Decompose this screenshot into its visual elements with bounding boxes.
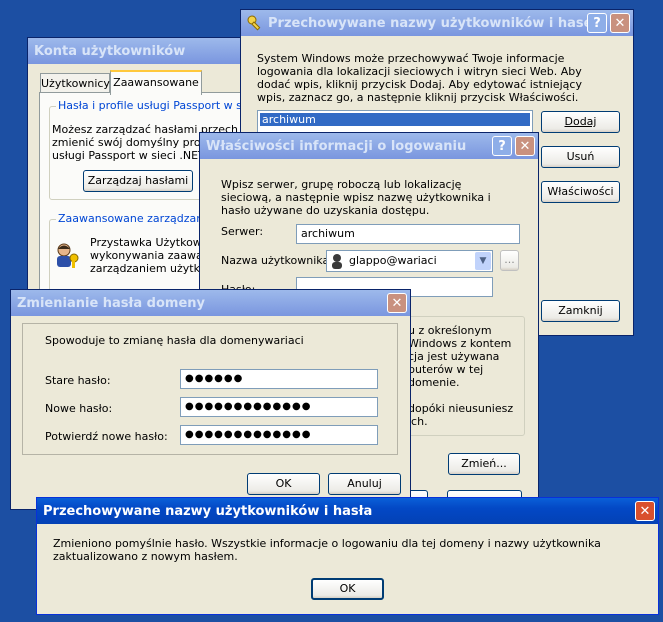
users-key-icon [54, 242, 82, 268]
browse-button[interactable]: ... [500, 250, 519, 271]
help-button[interactable]: ? [492, 136, 512, 156]
change-password-client: Spowoduje to zmianę hasła dla domenywari… [14, 316, 407, 506]
advanced-text-line: wykonywania zaawa [90, 249, 203, 262]
close-button[interactable]: ✕ [515, 136, 535, 156]
server-label: Serwer: [221, 225, 264, 238]
window-title: Przechowywane nazwy użytkowników i hasła [43, 503, 373, 519]
advanced-text-line: Przystawka Użytkown [90, 236, 209, 249]
new-password-field[interactable]: ●●●●●●●●●●●●● [180, 397, 378, 417]
manage-passwords-button[interactable]: Zarządzaj hasłami [83, 170, 193, 192]
properties-button[interactable]: Właściwości [541, 181, 620, 203]
remove-button-label: Usuń [566, 150, 595, 163]
window-title: Zmienianie hasła domeny [17, 295, 205, 311]
tab-advanced-label: Zaawansowane [113, 76, 199, 89]
add-button[interactable]: Dodaj [541, 111, 620, 133]
close-dialog-button-label: Zamknij [558, 304, 603, 317]
new-password-label: Nowe hasło: [45, 402, 113, 415]
change-domain-password-window: Zmienianie hasła domeny ✕ Spowoduje to z… [10, 289, 411, 510]
passport-group-title: Hasła i profile usługi Passport w sieci … [56, 99, 270, 112]
properties-button-label: Właściwości [547, 185, 614, 198]
message-ok-button[interactable]: OK [311, 578, 384, 600]
info-text-line: cja jest używana [408, 350, 500, 363]
user-name-combo[interactable]: glappo@wariaci ▼ [326, 250, 493, 272]
change-button[interactable]: Zmień... [448, 453, 520, 475]
advanced-text: Przystawka Użytkown wykonywania zaawa za… [90, 236, 209, 275]
info-text-line: u z określonym [408, 324, 492, 337]
old-password-label: Stare hasło: [45, 374, 111, 387]
chevron-down-icon[interactable]: ▼ [475, 252, 491, 270]
confirmation-message-window: Przechowywane nazwy użytkowników i hasła… [36, 497, 659, 615]
props-description: Wpisz serwer, grupę roboczą lub lokaliza… [221, 178, 491, 217]
confirm-password-field[interactable]: ●●●●●●●●●●●●● [180, 425, 378, 445]
close-dialog-button[interactable]: Zamknij [541, 300, 620, 322]
info-text-line: Windows z kontem [408, 337, 512, 350]
user-name-label: Nazwa użytkownika: [221, 254, 333, 267]
logon-properties-titlebar[interactable]: Właściwości informacji o logowaniu ? ✕ [200, 133, 538, 159]
info-text-line: dopóki nieusuniesz ich. [408, 402, 514, 428]
change-password-titlebar[interactable]: Zmienianie hasła domeny ✕ [11, 290, 410, 316]
server-field[interactable]: archiwum [296, 224, 520, 244]
key-icon [247, 15, 263, 31]
info-text-line [408, 389, 535, 402]
old-password-field[interactable]: ●●●●●● [180, 369, 378, 389]
window-title: Właściwości informacji o logowaniu [206, 138, 467, 154]
close-button[interactable]: ✕ [387, 293, 407, 313]
message-text: Zmieniono pomyślnie hasło. Wszystkie inf… [53, 537, 601, 563]
tab-advanced[interactable]: Zaawansowane [110, 70, 202, 95]
close-button[interactable]: ✕ [635, 501, 655, 521]
user-name-value: glappo@wariaci [349, 254, 437, 267]
info-text: u z określonym Windows z kontem cja jest… [408, 324, 535, 428]
close-button[interactable]: ✕ [610, 13, 630, 33]
advanced-text-line: zarządzaniem użytk [90, 262, 200, 275]
remove-button[interactable]: Usuń [541, 146, 620, 168]
stored-description: System Windows może przechowywać Twoje i… [257, 52, 582, 104]
message-titlebar[interactable]: Przechowywane nazwy użytkowników i hasła… [37, 498, 658, 524]
tab-users-label: Użytkownicy [41, 77, 110, 90]
list-item[interactable]: archiwum [260, 113, 530, 126]
message-client: Zmieniono pomyślnie hasło. Wszystkie inf… [40, 524, 655, 611]
window-title: Konta użytkowników [34, 43, 186, 59]
stored-credentials-titlebar[interactable]: Przechowywane nazwy użytkowników i haseł… [241, 10, 633, 36]
add-button-label: Dodaj [564, 115, 597, 128]
tab-users[interactable]: Użytkownicy [40, 73, 110, 93]
window-title: Przechowywane nazwy użytkowników i haseł [268, 15, 587, 31]
help-button[interactable]: ? [587, 13, 607, 33]
change-intro: Spowoduje to zmianę hasła dla domenywari… [45, 334, 304, 347]
ok-button[interactable]: OK [247, 473, 320, 495]
confirm-password-label: Potwierdź nowe hasło: [45, 430, 168, 443]
user-icon [330, 253, 344, 271]
user-accounts-titlebar[interactable]: Konta użytkowników [28, 38, 256, 64]
info-text-line: puterów w tej domenie. [408, 363, 484, 389]
cancel-button[interactable]: Anuluj [328, 473, 401, 495]
